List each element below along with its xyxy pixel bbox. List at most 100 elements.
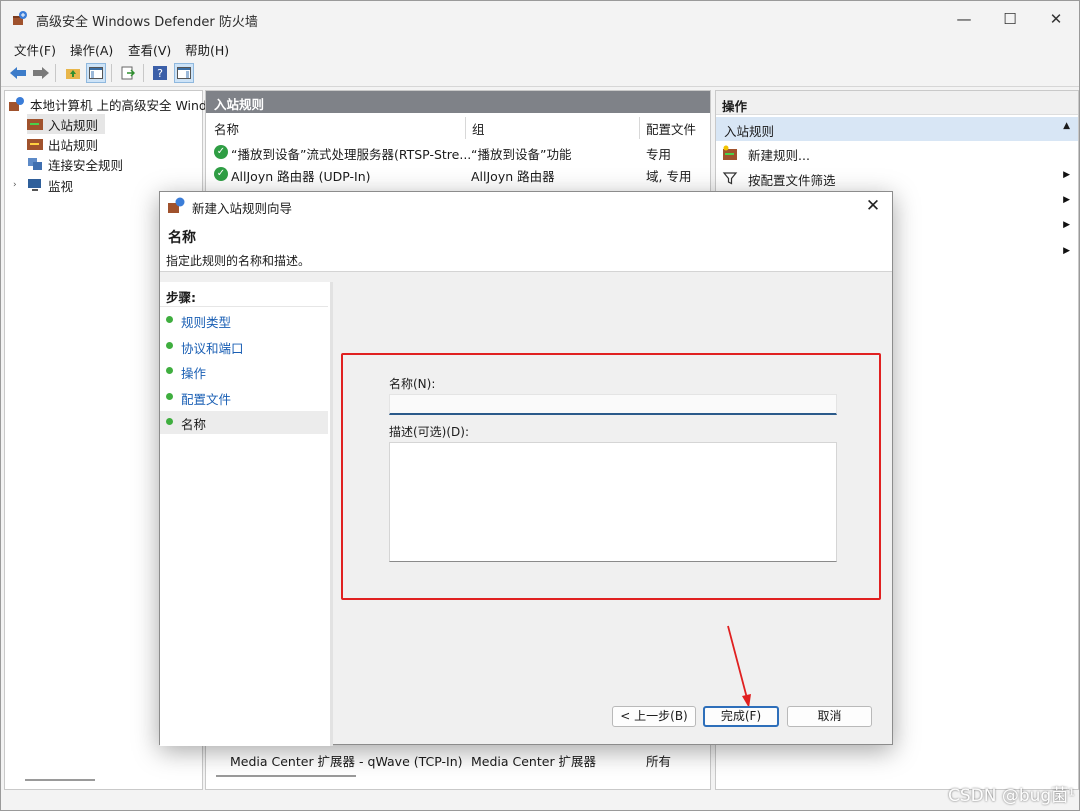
description-textarea[interactable]: [389, 442, 837, 562]
step-dot-icon: [166, 418, 173, 425]
maximize-button[interactable]: ☐: [987, 1, 1033, 37]
horizontal-scrollbar[interactable]: [216, 775, 356, 777]
step-protocol-ports[interactable]: 协议和端口: [160, 335, 328, 358]
dialog-title-bar: 新建入站规则向导 ✕: [160, 192, 892, 220]
table-row[interactable]: ✓ AllJoyn 路由器 (UDP-In) AllJoyn 路由器 域, 专用: [206, 164, 710, 185]
rule-profile: 域, 专用: [646, 169, 692, 184]
tree-item-inbound[interactable]: 入站规则: [27, 114, 105, 134]
firewall-icon: [168, 197, 185, 213]
description-label: 描述(可选)(D):: [389, 425, 470, 439]
action-label: 按配置文件筛选: [748, 173, 836, 188]
actions-header: 操作: [716, 91, 1078, 115]
action-filter-by-profile[interactable]: 按配置文件筛选 ▶: [716, 166, 1078, 190]
rule-name: AllJoyn 路由器 (UDP-In): [231, 169, 371, 184]
table-row[interactable]: ✓ “播放到设备”流式处理服务器(RTSP-Stre... “播放到设备”功能 …: [206, 142, 710, 163]
step-action[interactable]: 操作: [160, 360, 328, 383]
rule-group: Media Center 扩展器: [471, 754, 597, 769]
column-header-name[interactable]: 名称: [214, 119, 239, 138]
tree-item-label: 入站规则: [48, 117, 99, 133]
step-label: 操作: [181, 366, 207, 381]
step-label: 协议和端口: [181, 341, 244, 356]
monitor-icon: [28, 179, 41, 191]
step-dot-icon: [166, 342, 173, 349]
tree-root-label: 本地计算机 上的高级安全 Wind: [30, 97, 207, 113]
minimize-button[interactable]: —: [941, 1, 987, 37]
rule-profile: 所有: [646, 754, 672, 769]
menu-action[interactable]: 操作(A): [70, 40, 113, 59]
step-rule-type[interactable]: 规则类型: [160, 309, 328, 332]
watermark: CSDN @bug菌¹: [947, 786, 1075, 806]
window-title: 高级安全 Windows Defender 防火墙: [36, 15, 258, 30]
firewall-icon: [13, 11, 27, 25]
tree-item-label: 连接安全规则: [48, 157, 124, 173]
tree-root[interactable]: 本地计算机 上的高级安全 Wind: [9, 94, 207, 114]
collapse-arrow-icon[interactable]: ▲: [1063, 121, 1070, 131]
tree-item-connection-security[interactable]: 连接安全规则: [27, 154, 123, 174]
action-new-rule[interactable]: 新建规则...: [716, 141, 1078, 165]
export-list-icon[interactable]: [118, 63, 138, 83]
enabled-check-icon: ✓: [214, 167, 228, 181]
svg-text:?: ?: [157, 67, 163, 80]
table-row[interactable]: Media Center 扩展器 - qWave (TCP-In) Media …: [206, 749, 710, 770]
submenu-arrow-icon: ▶: [1063, 170, 1070, 180]
submenu-arrow-icon: ▶: [1063, 246, 1070, 256]
show-tree-icon[interactable]: [86, 63, 106, 83]
dialog-header: 名称 指定此规则的名称和描述。: [160, 220, 892, 272]
rule-name-input[interactable]: [389, 394, 837, 415]
steps-panel: 步骤: 规则类型 协议和端口 操作 配置文件 名称: [160, 282, 330, 746]
step-label: 规则类型: [181, 315, 232, 330]
show-action-pane-icon[interactable]: [174, 63, 194, 83]
rule-name: Media Center 扩展器 - qWave (TCP-In): [230, 754, 463, 769]
new-rule-icon: [723, 145, 737, 160]
help-icon[interactable]: ?: [150, 63, 170, 83]
step-dot-icon: [166, 367, 173, 374]
menu-view[interactable]: 查看(V): [128, 40, 171, 59]
dialog-heading: 名称: [168, 230, 196, 246]
actions-subheader-label: 入站规则: [724, 124, 775, 139]
menu-file[interactable]: 文件(F): [14, 40, 56, 59]
rule-group: AllJoyn 路由器: [471, 169, 555, 184]
menu-help[interactable]: 帮助(H): [185, 40, 229, 59]
rule-name: “播放到设备”流式处理服务器(RTSP-Stre...: [231, 147, 472, 162]
finish-button[interactable]: 完成(F): [703, 706, 779, 727]
menu-bar: 文件(F) 操作(A) 查看(V) 帮助(H): [1, 37, 1079, 59]
step-dot-icon: [166, 316, 173, 323]
annotation-arrow: [727, 625, 751, 708]
title-bar: 高级安全 Windows Defender 防火墙 — ☐ ✕: [1, 1, 1079, 37]
actions-subheader[interactable]: 入站规则 ▲: [716, 117, 1078, 141]
filter-icon: [722, 172, 738, 185]
pane-header: 入站规则: [206, 91, 710, 113]
close-button[interactable]: ✕: [1033, 1, 1079, 37]
dialog-close-button[interactable]: ✕: [860, 194, 886, 218]
horizontal-scrollbar[interactable]: [25, 779, 95, 781]
tree-item-label: 出站规则: [48, 137, 99, 153]
forward-arrow-icon[interactable]: [31, 63, 51, 83]
rule-group: “播放到设备”功能: [471, 147, 572, 162]
tree-item-monitoring[interactable]: › 监视: [13, 175, 73, 195]
new-inbound-rule-wizard: 新建入站规则向导 ✕ 名称 指定此规则的名称和描述。 步骤: 规则类型 协议和端…: [159, 191, 893, 746]
back-button[interactable]: < 上一步(B): [612, 706, 696, 727]
up-folder-icon[interactable]: [63, 63, 83, 83]
step-dot-icon: [166, 393, 173, 400]
tree-item-label: 监视: [48, 178, 74, 194]
step-profile[interactable]: 配置文件: [160, 386, 328, 409]
step-name[interactable]: 名称: [160, 411, 328, 434]
tree-item-outbound[interactable]: 出站规则: [27, 134, 98, 154]
column-header-group[interactable]: 组: [472, 119, 485, 138]
back-arrow-icon[interactable]: [8, 63, 28, 83]
rule-profile: 专用: [646, 147, 672, 162]
submenu-arrow-icon: ▶: [1063, 220, 1070, 230]
cancel-button[interactable]: 取消: [787, 706, 872, 727]
step-label: 配置文件: [181, 392, 232, 407]
step-label: 名称: [181, 417, 207, 432]
connection-security-icon: [28, 158, 42, 170]
firewall-icon: [9, 97, 24, 111]
submenu-arrow-icon: ▶: [1063, 195, 1070, 205]
column-header-profile[interactable]: 配置文件: [646, 119, 696, 138]
inbound-rules-icon: [27, 119, 43, 130]
expand-chevron-icon[interactable]: ›: [13, 180, 23, 190]
steps-label: 步骤:: [166, 290, 196, 305]
name-label: 名称(N):: [389, 377, 436, 391]
action-label: 新建规则...: [748, 148, 810, 163]
dialog-subheading: 指定此规则的名称和描述。: [166, 254, 311, 268]
